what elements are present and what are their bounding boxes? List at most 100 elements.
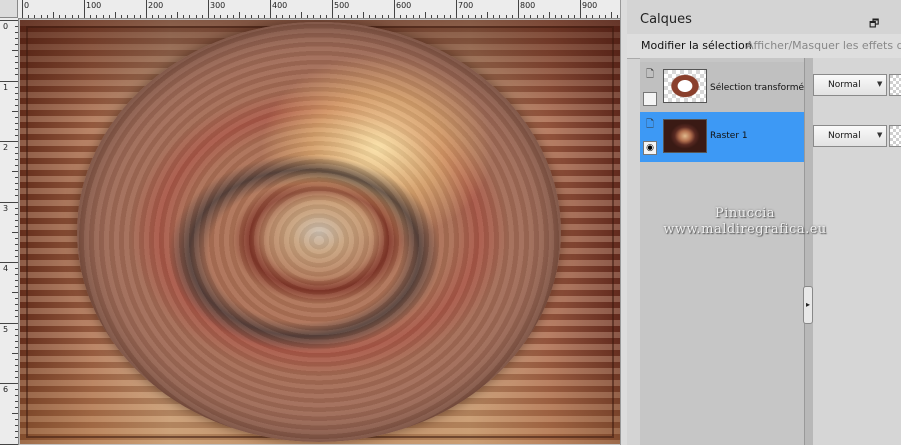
ruler-tick — [15, 370, 18, 372]
ruler-tick — [15, 401, 18, 403]
ruler-tick — [15, 134, 18, 136]
ruler-label: 6 — [3, 385, 9, 394]
ruler-tick — [530, 15, 532, 18]
ruler-tick — [15, 189, 18, 191]
ruler-tick — [15, 195, 18, 197]
opacity-swatch[interactable] — [889, 125, 901, 147]
ruler-tick — [15, 437, 18, 439]
ruler-tick — [96, 15, 98, 18]
ruler-tick — [344, 15, 346, 18]
ruler-tick — [15, 159, 18, 161]
ruler-tick — [474, 15, 476, 18]
ruler-tick — [15, 183, 18, 185]
ruler-tick — [15, 340, 18, 342]
ruler-tick — [12, 231, 18, 233]
ruler-tick — [0, 322, 18, 324]
ruler-tick — [183, 15, 185, 18]
ruler-tick — [15, 98, 18, 100]
ruler-tick — [418, 15, 420, 18]
blend-mode-value: Normal — [828, 131, 861, 141]
ruler-tick — [375, 15, 377, 18]
radial-blur-sphere — [77, 22, 561, 442]
ruler-tick — [12, 171, 18, 173]
ruler-tick — [604, 15, 606, 18]
ruler-tick — [15, 213, 18, 215]
ruler-label: 100 — [86, 1, 102, 10]
ruler-tick — [443, 15, 445, 18]
ruler-tick — [270, 0, 271, 18]
ruler-tick — [387, 15, 389, 18]
ruler-tick — [437, 15, 439, 18]
ruler-tick — [65, 15, 67, 18]
image-canvas[interactable] — [20, 20, 620, 444]
ruler-tick — [77, 15, 79, 18]
ruler-tick — [400, 15, 402, 18]
ruler-tick — [15, 44, 18, 46]
blend-mode-select[interactable]: Normal ▼ — [813, 125, 887, 147]
watermark: Pinuccia www.maldiregrafica.eu — [640, 206, 850, 238]
ruler-tick — [121, 15, 123, 18]
panel-header: Calques 🗗 — [627, 0, 901, 35]
ruler-tick — [381, 15, 383, 18]
ruler-tick — [15, 255, 18, 257]
ruler-tick — [15, 358, 18, 360]
layer-properties: Normal ▼ Normal ▼ — [813, 58, 901, 445]
ruler-tick — [15, 207, 18, 209]
ruler-tick — [152, 15, 154, 18]
ruler-tick — [15, 147, 18, 149]
ruler-label: 300 — [210, 1, 226, 10]
ruler-tick — [263, 15, 265, 18]
ruler-tick — [15, 274, 18, 276]
ruler-tick — [15, 122, 18, 124]
ruler-tick — [15, 316, 18, 318]
ruler-tick — [15, 92, 18, 94]
ruler-tick — [15, 219, 18, 221]
layer-thumbnail — [663, 69, 707, 103]
blend-mode-select[interactable]: Normal ▼ — [813, 74, 887, 96]
chevron-down-icon: ▼ — [877, 80, 883, 88]
ruler-tick — [536, 15, 538, 18]
layer-row-raster[interactable]: 🗋 ◉ Raster 1 — [640, 112, 804, 162]
ruler-tick — [164, 15, 166, 18]
ruler-tick — [15, 177, 18, 179]
ruler-tick — [493, 15, 495, 18]
ruler-tick — [350, 15, 352, 18]
ruler-vertical: 0 1 2 3 4 5 6 — [0, 18, 19, 445]
ruler-tick — [431, 15, 433, 18]
ruler-tick — [394, 0, 395, 18]
ruler-tick — [313, 15, 315, 18]
ruler-tick — [139, 15, 141, 18]
ruler-tick — [15, 153, 18, 155]
ruler-tick — [586, 15, 588, 18]
opacity-swatch[interactable] — [889, 74, 901, 96]
ruler-tick — [356, 15, 358, 18]
ruler-tick — [288, 15, 290, 18]
ruler-tick — [406, 15, 408, 18]
ruler-tick — [189, 15, 191, 18]
ruler-tick — [59, 15, 61, 18]
restore-window-icon[interactable]: 🗗 — [869, 15, 879, 34]
ruler-tick — [15, 328, 18, 330]
eye-icon[interactable]: ◉ — [643, 141, 657, 155]
ruler-tick — [34, 15, 36, 18]
ruler-tick — [0, 201, 18, 203]
visibility-toggle-off-icon[interactable] — [643, 92, 657, 106]
ruler-tick — [487, 12, 488, 18]
modify-selection-button[interactable]: Modifier la sélection — [641, 39, 752, 52]
ruler-corner — [0, 0, 18, 18]
ruler-tick — [0, 262, 18, 263]
ruler-tick — [15, 286, 18, 288]
layer-row-selection[interactable]: 🗋 Sélection transformée — [640, 62, 810, 112]
canvas-area[interactable]: 0 100 200 300 400 500 600 700 800 900 0 1 2 3 4 5 6 — [0, 0, 628, 445]
ruler-tick — [102, 15, 104, 18]
ruler-tick — [15, 376, 18, 378]
chevron-down-icon: ▼ — [877, 131, 883, 139]
toggle-effects-button[interactable]: Afficher/Masquer les effets de c — [746, 39, 901, 52]
splitter-arrow-icon[interactable]: ▸ — [803, 286, 813, 324]
ruler-label: 0 — [3, 22, 9, 31]
layer-document-icon: 🗋 — [645, 69, 655, 80]
ruler-tick — [15, 310, 18, 312]
ruler-tick — [511, 15, 513, 18]
ruler-tick — [40, 15, 42, 18]
ruler-label: 5 — [3, 324, 9, 334]
